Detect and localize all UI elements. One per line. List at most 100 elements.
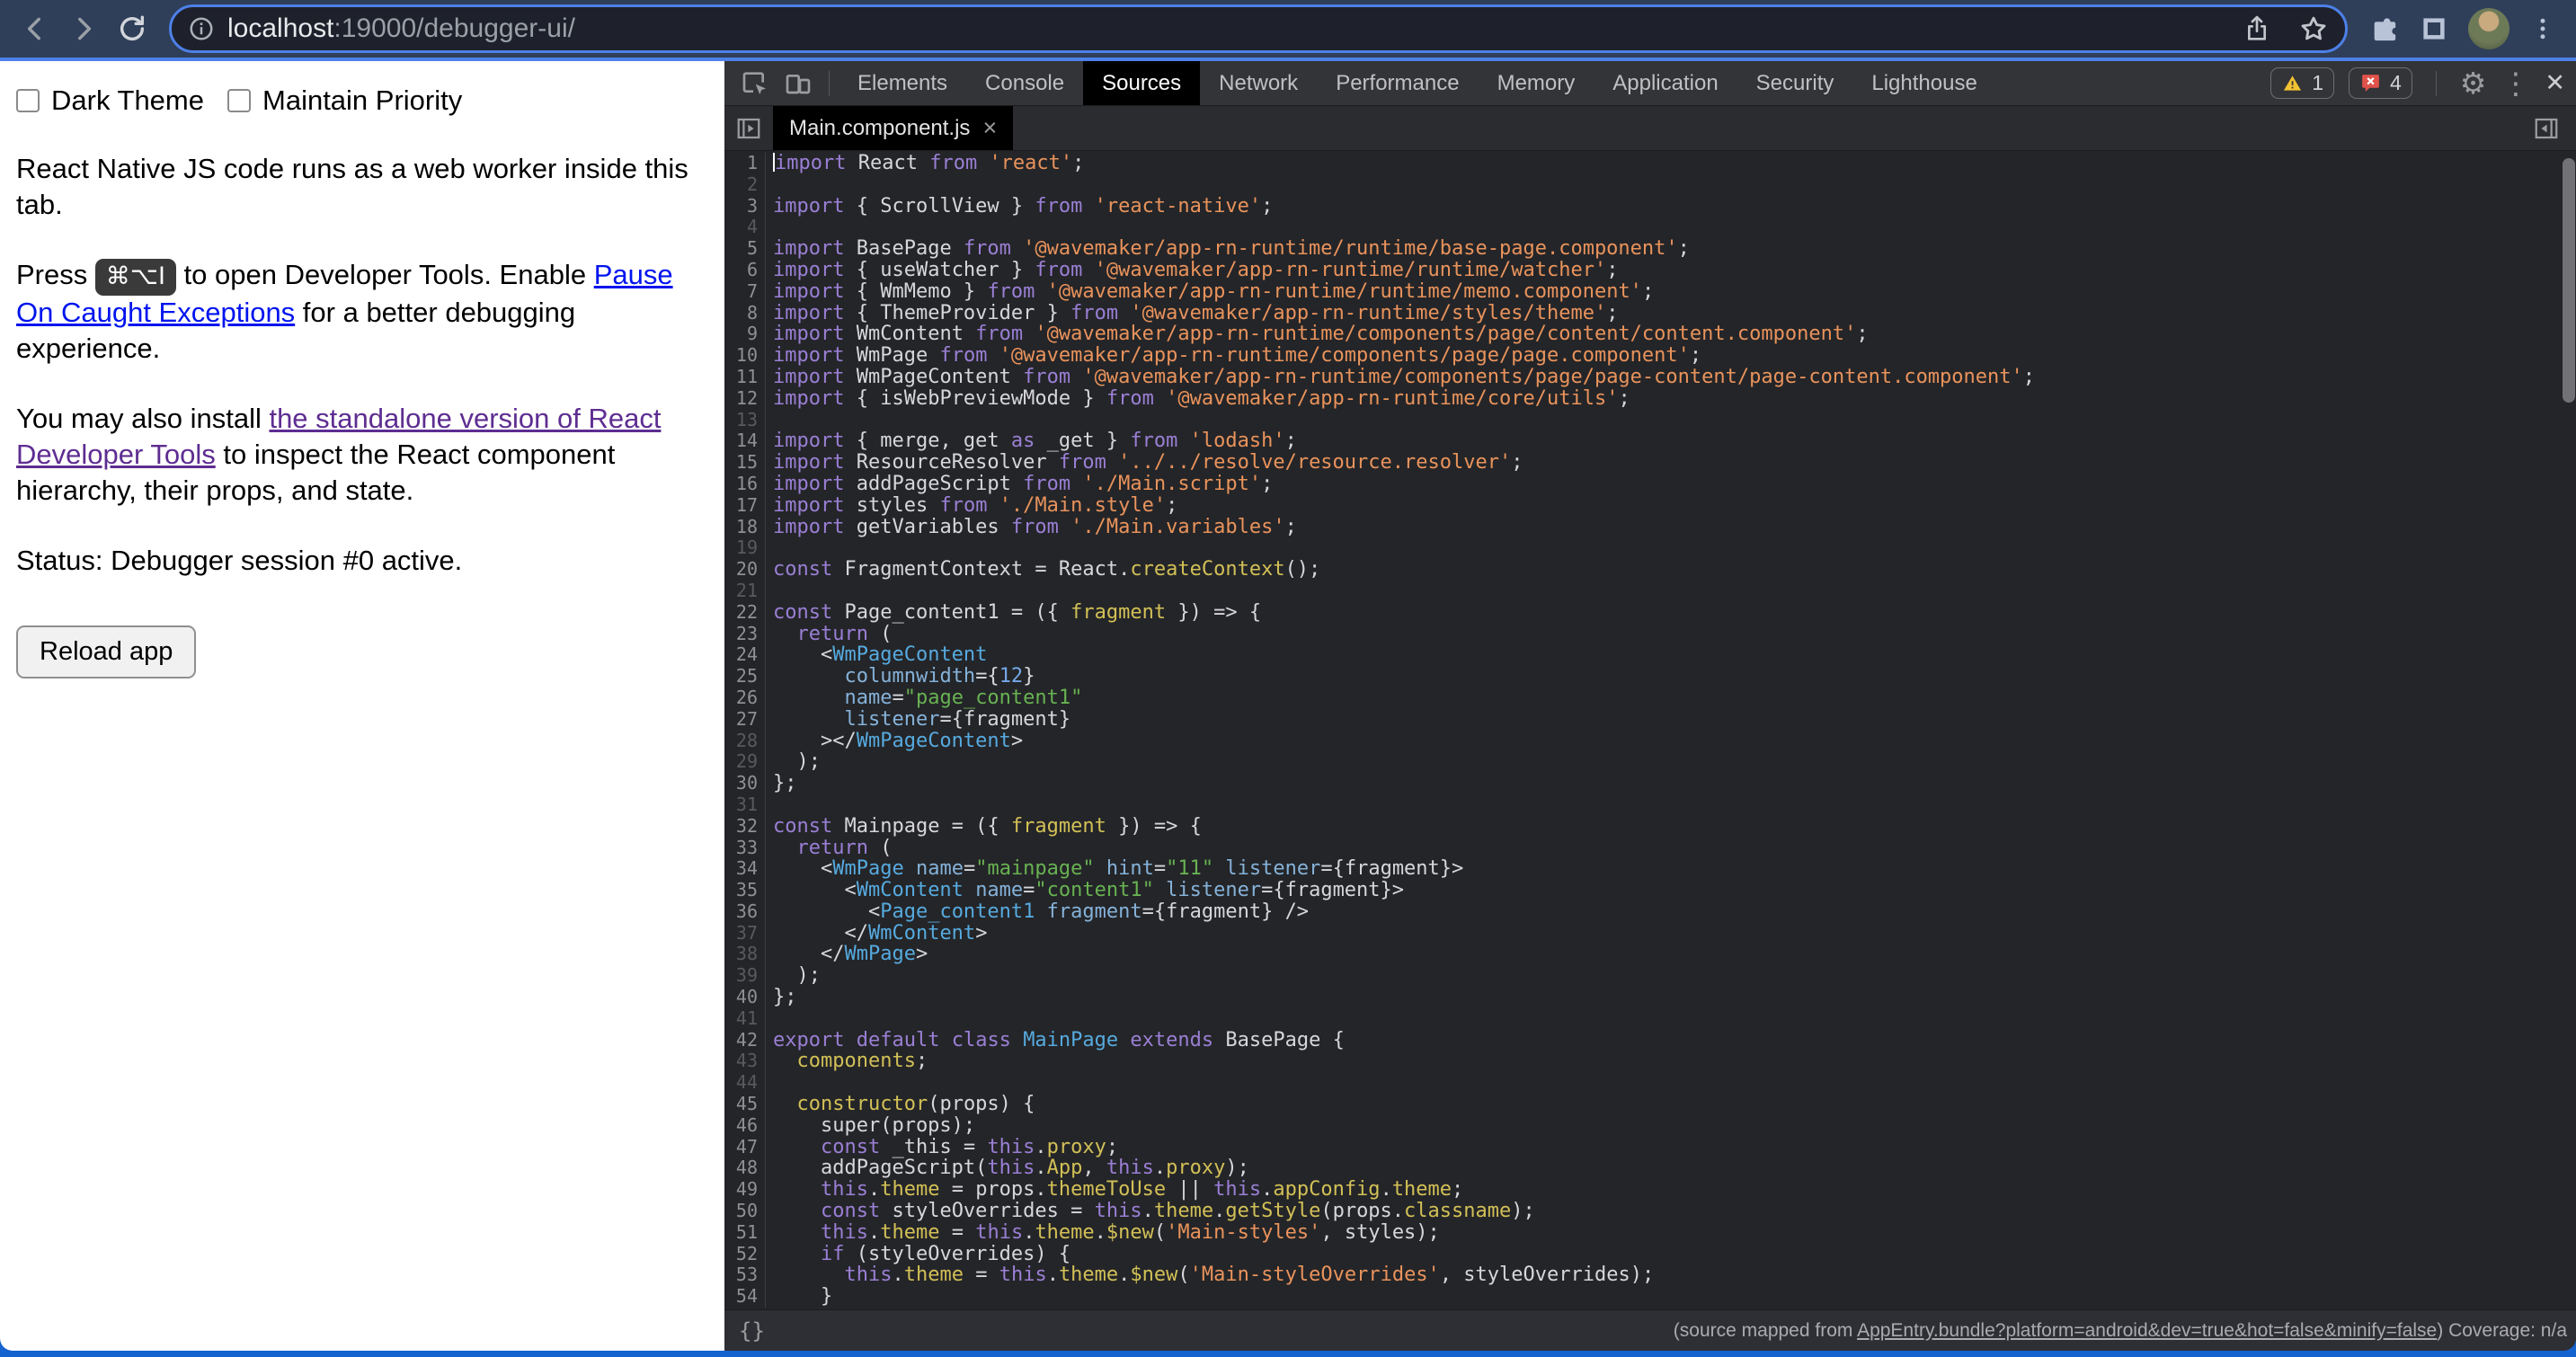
line-content[interactable]: const styleOverrides = this.theme.getSty… <box>766 1201 1535 1222</box>
bundle-link[interactable]: AppEntry.bundle?platform=android&dev=tru… <box>1857 1320 2437 1341</box>
share-icon[interactable] <box>2243 14 2271 43</box>
line-number[interactable]: 24 <box>724 644 766 666</box>
line-number[interactable]: 41 <box>724 1008 766 1030</box>
line-content[interactable]: import WmContent from '@wavemaker/app-rn… <box>766 324 1869 345</box>
line-content[interactable]: import BasePage from '@wavemaker/app-rn-… <box>766 238 1690 260</box>
line-content[interactable]: this.theme = props.themeToUse || this.ap… <box>766 1179 1463 1201</box>
line-content[interactable]: const Page_content1 = ({ fragment }) => … <box>766 602 1261 624</box>
line-content[interactable]: const FragmentContext = React.createCont… <box>766 559 1320 581</box>
line-content[interactable]: <WmPage name="mainpage" hint="11" listen… <box>766 858 1463 880</box>
line-number[interactable]: 22 <box>724 602 766 624</box>
dark-theme-checkbox[interactable] <box>16 89 40 112</box>
line-content[interactable]: }; <box>766 987 797 1008</box>
line-content[interactable]: <WmContent name="content1" listener={fra… <box>766 880 1404 901</box>
line-number[interactable]: 49 <box>724 1179 766 1201</box>
line-content[interactable]: import addPageScript from './Main.script… <box>766 474 1273 495</box>
line-number[interactable]: 28 <box>724 731 766 752</box>
line-content[interactable]: ></WmPageContent> <box>766 731 1023 752</box>
scrollbar-thumb[interactable] <box>2563 158 2575 403</box>
dark-theme-option[interactable]: Dark Theme <box>16 84 204 117</box>
line-number[interactable]: 51 <box>724 1222 766 1244</box>
tab-memory[interactable]: Memory <box>1479 61 1594 105</box>
warnings-badge[interactable]: 1 <box>2270 67 2334 99</box>
line-content[interactable]: <WmPageContent <box>766 644 987 666</box>
line-content[interactable]: this.theme = this.theme.$new('Main-style… <box>766 1264 1654 1286</box>
line-number[interactable]: 12 <box>724 388 766 410</box>
line-number[interactable]: 9 <box>724 324 766 345</box>
profile-avatar[interactable] <box>2468 8 2509 49</box>
reload-button[interactable] <box>110 6 155 51</box>
line-number[interactable]: 29 <box>724 751 766 773</box>
line-content[interactable]: import { WmMemo } from '@wavemaker/app-r… <box>766 281 1654 303</box>
bookmark-star-icon[interactable] <box>2298 13 2329 44</box>
line-content[interactable]: if (styleOverrides) { <box>766 1244 1070 1265</box>
line-number[interactable]: 32 <box>724 816 766 838</box>
line-number[interactable]: 5 <box>724 238 766 260</box>
line-content[interactable]: import { isWebPreviewMode } from '@wavem… <box>766 388 1630 410</box>
line-content[interactable]: import WmPage from '@wavemaker/app-rn-ru… <box>766 345 1701 367</box>
errors-badge[interactable]: 4 <box>2349 67 2412 99</box>
file-tab-main-component[interactable]: Main.component.js × <box>773 106 1013 150</box>
line-content[interactable] <box>766 1072 773 1094</box>
line-content[interactable]: import { ScrollView } from 'react-native… <box>766 196 1273 217</box>
line-number[interactable]: 40 <box>724 987 766 1008</box>
line-content[interactable]: ); <box>766 965 821 987</box>
line-content[interactable]: listener={fragment} <box>766 709 1070 731</box>
line-number[interactable]: 7 <box>724 281 766 303</box>
line-number[interactable]: 33 <box>724 838 766 859</box>
tab-sources[interactable]: Sources <box>1083 61 1200 105</box>
line-content[interactable] <box>766 1008 773 1030</box>
line-content[interactable]: return ( <box>766 624 892 645</box>
line-number[interactable]: 20 <box>724 559 766 581</box>
line-number[interactable]: 23 <box>724 624 766 645</box>
line-number[interactable]: 19 <box>724 537 766 559</box>
line-content[interactable]: export default class MainPage extends Ba… <box>766 1030 1345 1051</box>
extensions-puzzle-icon[interactable] <box>2369 13 2400 44</box>
line-number[interactable]: 34 <box>724 858 766 880</box>
devtools-close-icon[interactable]: ✕ <box>2545 71 2565 95</box>
line-content[interactable]: addPageScript(this.App, this.proxy); <box>766 1157 1249 1179</box>
maintain-priority-checkbox[interactable] <box>227 89 251 112</box>
line-content[interactable]: const Mainpage = ({ fragment }) => { <box>766 816 1202 838</box>
line-content[interactable]: components; <box>766 1051 928 1072</box>
line-number[interactable]: 26 <box>724 687 766 709</box>
line-content[interactable] <box>766 217 773 238</box>
line-number[interactable]: 25 <box>724 666 766 687</box>
tab-application[interactable]: Application <box>1594 61 1737 105</box>
line-content[interactable]: <Page_content1 fragment={fragment} /> <box>766 901 1309 923</box>
line-content[interactable]: import getVariables from './Main.variabl… <box>766 517 1297 538</box>
line-content[interactable]: name="page_content1" <box>766 687 1082 709</box>
line-content[interactable]: columnwidth={12} <box>766 666 1035 687</box>
line-number[interactable]: 15 <box>724 452 766 474</box>
line-content[interactable]: this.theme = this.theme.$new('Main-style… <box>766 1222 1440 1244</box>
line-content[interactable]: import styles from './Main.style'; <box>766 495 1177 517</box>
tab-network[interactable]: Network <box>1200 61 1317 105</box>
line-content[interactable]: import WmPageContent from '@wavemaker/ap… <box>766 367 2035 388</box>
url-bar[interactable]: localhost:19000/debugger-ui/ <box>169 4 2348 53</box>
forward-button[interactable] <box>61 6 106 51</box>
devtools-menu-icon[interactable]: ⋮ <box>2500 68 2530 98</box>
line-number[interactable]: 17 <box>724 495 766 517</box>
back-button[interactable] <box>13 6 58 51</box>
code-editor[interactable]: 1import React from 'react';23import { Sc… <box>724 151 2576 1309</box>
tab-close-icon[interactable]: × <box>982 116 997 140</box>
line-number[interactable]: 38 <box>724 944 766 965</box>
line-content[interactable] <box>766 410 773 431</box>
line-content[interactable] <box>766 581 773 602</box>
line-content[interactable]: </WmPage> <box>766 944 928 965</box>
line-content[interactable]: ); <box>766 751 821 773</box>
line-number[interactable]: 6 <box>724 260 766 281</box>
line-content[interactable]: }; <box>766 773 797 794</box>
show-debugger-sidebar-icon[interactable] <box>2522 106 2571 150</box>
line-number[interactable]: 43 <box>724 1051 766 1072</box>
line-number[interactable]: 18 <box>724 517 766 538</box>
line-number[interactable]: 50 <box>724 1201 766 1222</box>
line-content[interactable]: super(props); <box>766 1115 975 1137</box>
tab-lighthouse[interactable]: Lighthouse <box>1852 61 1995 105</box>
tab-console[interactable]: Console <box>966 61 1083 105</box>
line-number[interactable]: 27 <box>724 709 766 731</box>
line-number[interactable]: 8 <box>724 303 766 324</box>
line-content[interactable] <box>766 537 773 559</box>
line-content[interactable]: import { merge, get as _get } from 'loda… <box>766 430 1297 452</box>
line-number[interactable]: 31 <box>724 794 766 816</box>
